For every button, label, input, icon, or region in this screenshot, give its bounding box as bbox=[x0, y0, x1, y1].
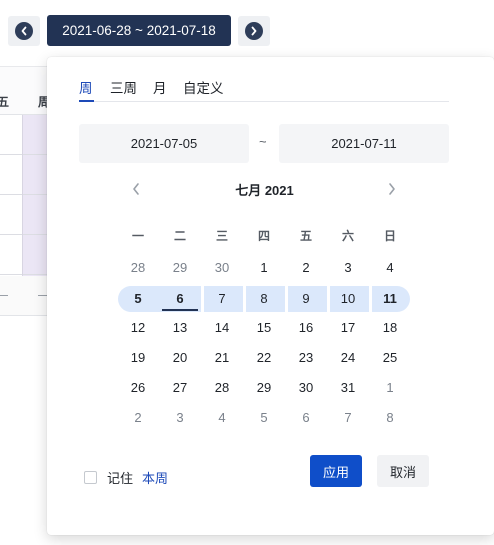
calendar-day[interactable]: 1 bbox=[245, 255, 283, 281]
calendar-day[interactable]: 26 bbox=[119, 375, 157, 401]
calendar-day[interactable]: 6 bbox=[287, 405, 325, 431]
weekday-fri: 五 bbox=[299, 229, 312, 243]
remember-option: 记住 本周 bbox=[84, 468, 168, 487]
calendar-day[interactable]: 18 bbox=[371, 315, 409, 341]
dash bbox=[0, 295, 8, 296]
calendar-day-in-range[interactable]: 9 bbox=[287, 286, 325, 312]
calendar-day[interactable]: 13 bbox=[161, 315, 199, 341]
weekday-tue: 二 bbox=[173, 229, 186, 243]
calendar-day[interactable]: 5 bbox=[245, 405, 283, 431]
weekday-sun: 日 bbox=[383, 229, 396, 243]
apply-button[interactable]: 应用 bbox=[310, 455, 362, 487]
calendar-day[interactable]: 21 bbox=[203, 345, 241, 371]
calendar-day-in-range[interactable]: 8 bbox=[245, 286, 283, 312]
active-tab-indicator bbox=[79, 100, 94, 102]
this-week-link[interactable]: 本周 bbox=[142, 468, 168, 487]
calendar-day[interactable]: 28 bbox=[119, 255, 157, 281]
calendar-day[interactable]: 31 bbox=[329, 375, 367, 401]
calendar-day[interactable]: 19 bbox=[119, 345, 157, 371]
calendar-day[interactable]: 17 bbox=[329, 315, 367, 341]
chevron-right-icon bbox=[245, 22, 263, 40]
date-separator: ~ bbox=[259, 134, 267, 149]
date-range-button[interactable]: 2021-06-28 ~ 2021-07-18 bbox=[47, 15, 231, 46]
calendar-day[interactable]: 16 bbox=[287, 315, 325, 341]
prev-range-button[interactable] bbox=[8, 16, 40, 46]
calendar-day[interactable]: 4 bbox=[203, 405, 241, 431]
calendar-day[interactable]: 15 bbox=[245, 315, 283, 341]
calendar-day[interactable]: 23 bbox=[287, 345, 325, 371]
weekday-sat: 六 bbox=[341, 229, 354, 243]
calendar-month-title: 七月 2021 bbox=[235, 183, 294, 198]
chevron-left-icon bbox=[131, 182, 141, 201]
calendar-day[interactable]: 27 bbox=[161, 375, 199, 401]
chevron-right-icon bbox=[387, 182, 397, 201]
calendar-day[interactable]: 12 bbox=[119, 315, 157, 341]
next-month-button[interactable] bbox=[382, 181, 402, 201]
calendar-day-today[interactable]: 6 bbox=[161, 286, 199, 312]
calendar-day[interactable]: 2 bbox=[119, 405, 157, 431]
tab-three-weeks[interactable]: 三周 bbox=[110, 80, 137, 98]
tab-month[interactable]: 月 bbox=[153, 80, 167, 98]
calendar-day[interactable]: 22 bbox=[245, 345, 283, 371]
cancel-button[interactable]: 取消 bbox=[377, 455, 429, 487]
calendar-day[interactable]: 25 bbox=[371, 345, 409, 371]
start-date-field[interactable]: 2021-07-05 bbox=[79, 124, 249, 163]
tab-custom[interactable]: 自定义 bbox=[183, 80, 224, 98]
calendar-day[interactable]: 7 bbox=[329, 405, 367, 431]
next-range-button[interactable] bbox=[238, 16, 270, 46]
calendar-day[interactable]: 14 bbox=[203, 315, 241, 341]
remember-label: 记住 bbox=[107, 470, 134, 486]
date-picker-popup: 周 三周 月 自定义 2021-07-05 ~ 2021-07-11 七月 20… bbox=[47, 57, 494, 535]
calendar-day[interactable]: 20 bbox=[161, 345, 199, 371]
calendar-day[interactable]: 29 bbox=[245, 375, 283, 401]
calendar-day[interactable]: 2 bbox=[287, 255, 325, 281]
tab-week[interactable]: 周 bbox=[79, 80, 93, 98]
chevron-left-icon bbox=[15, 22, 33, 40]
calendar-day[interactable]: 3 bbox=[329, 255, 367, 281]
calendar-day[interactable]: 28 bbox=[203, 375, 241, 401]
calendar-day-in-range[interactable]: 7 bbox=[203, 286, 241, 312]
calendar-day[interactable]: 29 bbox=[161, 255, 199, 281]
weekday-wed: 三 bbox=[215, 229, 228, 243]
period-tabs: 周 三周 月 自定义 bbox=[79, 80, 449, 102]
weekday-mon: 一 bbox=[131, 229, 144, 243]
prev-month-button[interactable] bbox=[126, 181, 146, 201]
end-date-field[interactable]: 2021-07-11 bbox=[279, 124, 449, 163]
calendar-day-in-range[interactable]: 10 bbox=[329, 286, 367, 312]
calendar-day[interactable]: 1 bbox=[371, 375, 409, 401]
calendar-day[interactable]: 3 bbox=[161, 405, 199, 431]
calendar-day[interactable]: 30 bbox=[287, 375, 325, 401]
remember-checkbox[interactable] bbox=[84, 470, 97, 484]
column-divider bbox=[22, 115, 23, 276]
weekday-thu: 四 bbox=[257, 229, 270, 243]
header-fragment-fri: 五 bbox=[0, 95, 10, 109]
calendar-day[interactable]: 8 bbox=[371, 405, 409, 431]
page: 五 周 2021-06-28 ~ 2021-07-18 周 三周 月 自定义 2… bbox=[0, 0, 494, 545]
calendar-day[interactable]: 30 bbox=[203, 255, 241, 281]
calendar-day-selected-end[interactable]: 11 bbox=[371, 286, 409, 312]
calendar-day[interactable]: 4 bbox=[371, 255, 409, 281]
calendar-day[interactable]: 24 bbox=[329, 345, 367, 371]
calendar-day-selected-start[interactable]: 5 bbox=[119, 286, 157, 312]
